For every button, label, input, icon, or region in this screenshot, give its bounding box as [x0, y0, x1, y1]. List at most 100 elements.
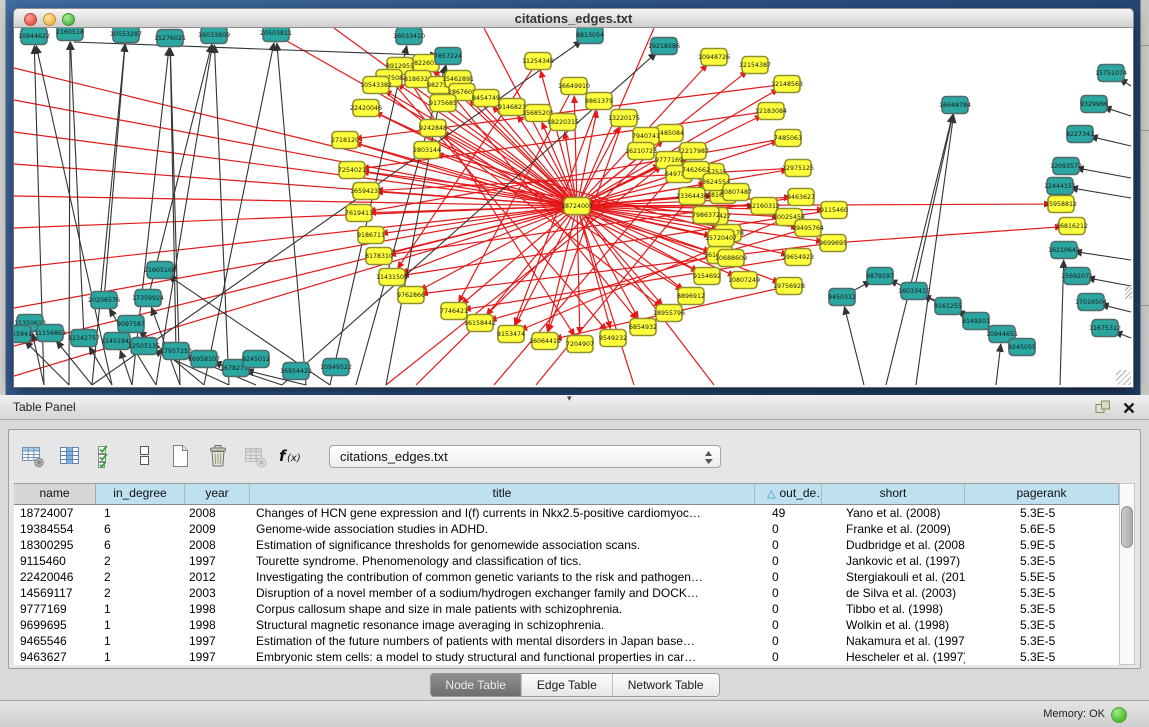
graph-node[interactable]: 16594231: [350, 183, 382, 200]
graph-node[interactable]: 9227343: [1066, 126, 1094, 143]
table-cell[interactable]: Wolkin et al. (1998): [822, 617, 965, 633]
graph-node[interactable]: 11431505: [376, 269, 408, 286]
table-cell[interactable]: 22420046: [14, 569, 96, 585]
column-header-title[interactable]: title: [250, 484, 755, 504]
table-cell[interactable]: 5.3E-5: [965, 601, 1119, 617]
graph-node[interactable]: 17359924: [132, 290, 164, 307]
graph-node[interactable]: 10807487: [720, 184, 752, 201]
table-cell[interactable]: 1997: [185, 649, 250, 665]
graph-node[interactable]: 12154387: [739, 57, 771, 74]
graph-node[interactable]: 9161255: [934, 298, 962, 315]
column-header-short[interactable]: short: [822, 484, 965, 504]
graph-node[interactable]: 9115460: [820, 202, 848, 219]
graph-node[interactable]: 7746421: [440, 303, 468, 320]
table-cell[interactable]: 0: [755, 537, 822, 553]
table-cell[interactable]: 2: [96, 569, 185, 585]
graph-node[interactable]: 15692071: [1061, 268, 1093, 285]
graph-node[interactable]: 6854932: [629, 319, 657, 336]
table-cell[interactable]: 5.6E-5: [965, 521, 1119, 537]
panel-collapse-handle[interactable]: ▾: [567, 393, 572, 404]
graph-node[interactable]: 7254021: [338, 162, 366, 179]
graph-node[interactable]: 8896912: [677, 288, 705, 305]
graph-node[interactable]: 18220315: [547, 114, 579, 131]
table-cell[interactable]: 0: [755, 521, 822, 537]
network-nodes[interactable]: 1872400718226058891295591275088186328105…: [14, 28, 1127, 380]
graph-node[interactable]: 2718120: [331, 132, 359, 149]
graph-node[interactable]: 15751074: [1095, 65, 1127, 82]
column-header-year[interactable]: year: [185, 484, 250, 504]
table-cell[interactable]: Estimation of significance thresholds fo…: [250, 537, 755, 553]
graph-node[interactable]: 19495764: [792, 220, 824, 237]
table-cell[interactable]: 0: [755, 601, 822, 617]
graph-node[interactable]: 16954422: [280, 363, 312, 380]
network-svg[interactable]: 1872400718226058891295591275088186328105…: [14, 28, 1133, 386]
graph-node[interactable]: 10948726: [698, 49, 730, 66]
table-cell[interactable]: 5.3E-5: [965, 633, 1119, 649]
graph-node[interactable]: 2160518: [56, 28, 84, 41]
table-cell[interactable]: Jankovic et al. (1997): [822, 553, 965, 569]
graph-node[interactable]: 7857224: [434, 48, 462, 65]
close-panel-icon[interactable]: [1123, 401, 1135, 413]
table-cell[interactable]: Yano et al. (2008): [822, 505, 965, 521]
graph-node[interactable]: 16649910: [558, 78, 590, 95]
table-row[interactable]: 1830029562008Estimation of significance …: [14, 537, 1119, 553]
column-edit-icon[interactable]: [56, 443, 84, 470]
table-cell[interactable]: 5.3E-5: [965, 617, 1119, 633]
window-resize-grip[interactable]: [1116, 370, 1131, 385]
tab-edge-table[interactable]: Edge Table: [521, 674, 612, 696]
graph-node[interactable]: 7485084: [656, 125, 684, 142]
graph-node[interactable]: 9245012: [242, 351, 270, 368]
graph-node[interactable]: 9245055: [1008, 339, 1036, 356]
graph-node[interactable]: 11156863: [34, 325, 66, 342]
table-cell[interactable]: 9463627: [14, 649, 96, 665]
table-cell[interactable]: Tourette syndrome. Phenomenology and cla…: [250, 553, 755, 569]
graph-node[interactable]: 11254349: [522, 53, 554, 70]
graph-node[interactable]: 6879197: [866, 268, 894, 285]
table-cell[interactable]: 1: [96, 649, 185, 665]
graph-node[interactable]: 9242848: [419, 120, 447, 137]
column-header-in_degree[interactable]: in_degree: [96, 484, 185, 504]
table-cell[interactable]: 2: [96, 553, 185, 569]
graph-node[interactable]: 9762866: [397, 287, 425, 304]
graph-node[interactable]: 16816212: [1056, 218, 1088, 235]
row-height-icon[interactable]: [130, 443, 158, 470]
table-cell[interactable]: 6: [96, 521, 185, 537]
table-row[interactable]: 2242004622012Investigating the contribut…: [14, 569, 1119, 585]
graph-node[interactable]: 3915941: [14, 326, 32, 343]
table-cell[interactable]: 18724007: [14, 505, 96, 521]
table-cell[interactable]: Corpus callosum shape and size in male p…: [250, 601, 755, 617]
graph-node[interactable]: 16210723: [625, 143, 657, 160]
graph-node[interactable]: 9699695: [819, 235, 847, 252]
tab-network-table[interactable]: Network Table: [612, 674, 719, 696]
table-cell[interactable]: Hescheler et al. (1997): [822, 649, 965, 665]
table-cell[interactable]: Structural magnetic resonance image aver…: [250, 617, 755, 633]
table-cell[interactable]: Estimation of the future numbers of pati…: [250, 633, 755, 649]
graph-node[interactable]: 2803144: [413, 142, 441, 159]
graph-node[interactable]: 7986372: [692, 207, 720, 224]
table-cell[interactable]: Disruption of a novel member of a sodium…: [250, 585, 755, 601]
graph-node[interactable]: 9154692: [693, 268, 721, 285]
graph-node[interactable]: 8813054: [576, 28, 604, 44]
graph-node[interactable]: 12342757: [68, 330, 100, 347]
window-titlebar[interactable]: citations_edges.txt: [13, 8, 1134, 28]
table-cell[interactable]: 1: [96, 617, 185, 633]
graph-node[interactable]: 12444151: [1044, 178, 1076, 195]
table-cell[interactable]: Investigating the contribution of common…: [250, 569, 755, 585]
graph-node[interactable]: 13220175: [608, 110, 640, 127]
graph-node[interactable]: 10944622: [18, 28, 50, 45]
table-cell[interactable]: 9777169: [14, 601, 96, 617]
graph-node[interactable]: 8454749: [472, 90, 500, 107]
graph-node[interactable]: 20206576: [88, 292, 120, 309]
graph-node[interactable]: 7619413: [345, 205, 373, 222]
close-window-button[interactable]: [24, 13, 37, 26]
graph-node[interactable]: 9549232: [599, 330, 627, 347]
table-cell[interactable]: 2009: [185, 521, 250, 537]
table-cell[interactable]: Stergiakouli et al. (2012): [822, 569, 965, 585]
graph-node[interactable]: 7204907: [566, 336, 594, 353]
minimize-window-button[interactable]: [43, 13, 56, 26]
table-cell[interactable]: Changes of HCN gene expression and I(f) …: [250, 505, 755, 521]
function-builder-icon[interactable]: f(x): [278, 443, 306, 470]
select-attributes-icon[interactable]: [93, 443, 121, 470]
graph-node[interactable]: 8178310: [365, 248, 393, 265]
graph-node[interactable]: 9186711: [357, 227, 385, 244]
